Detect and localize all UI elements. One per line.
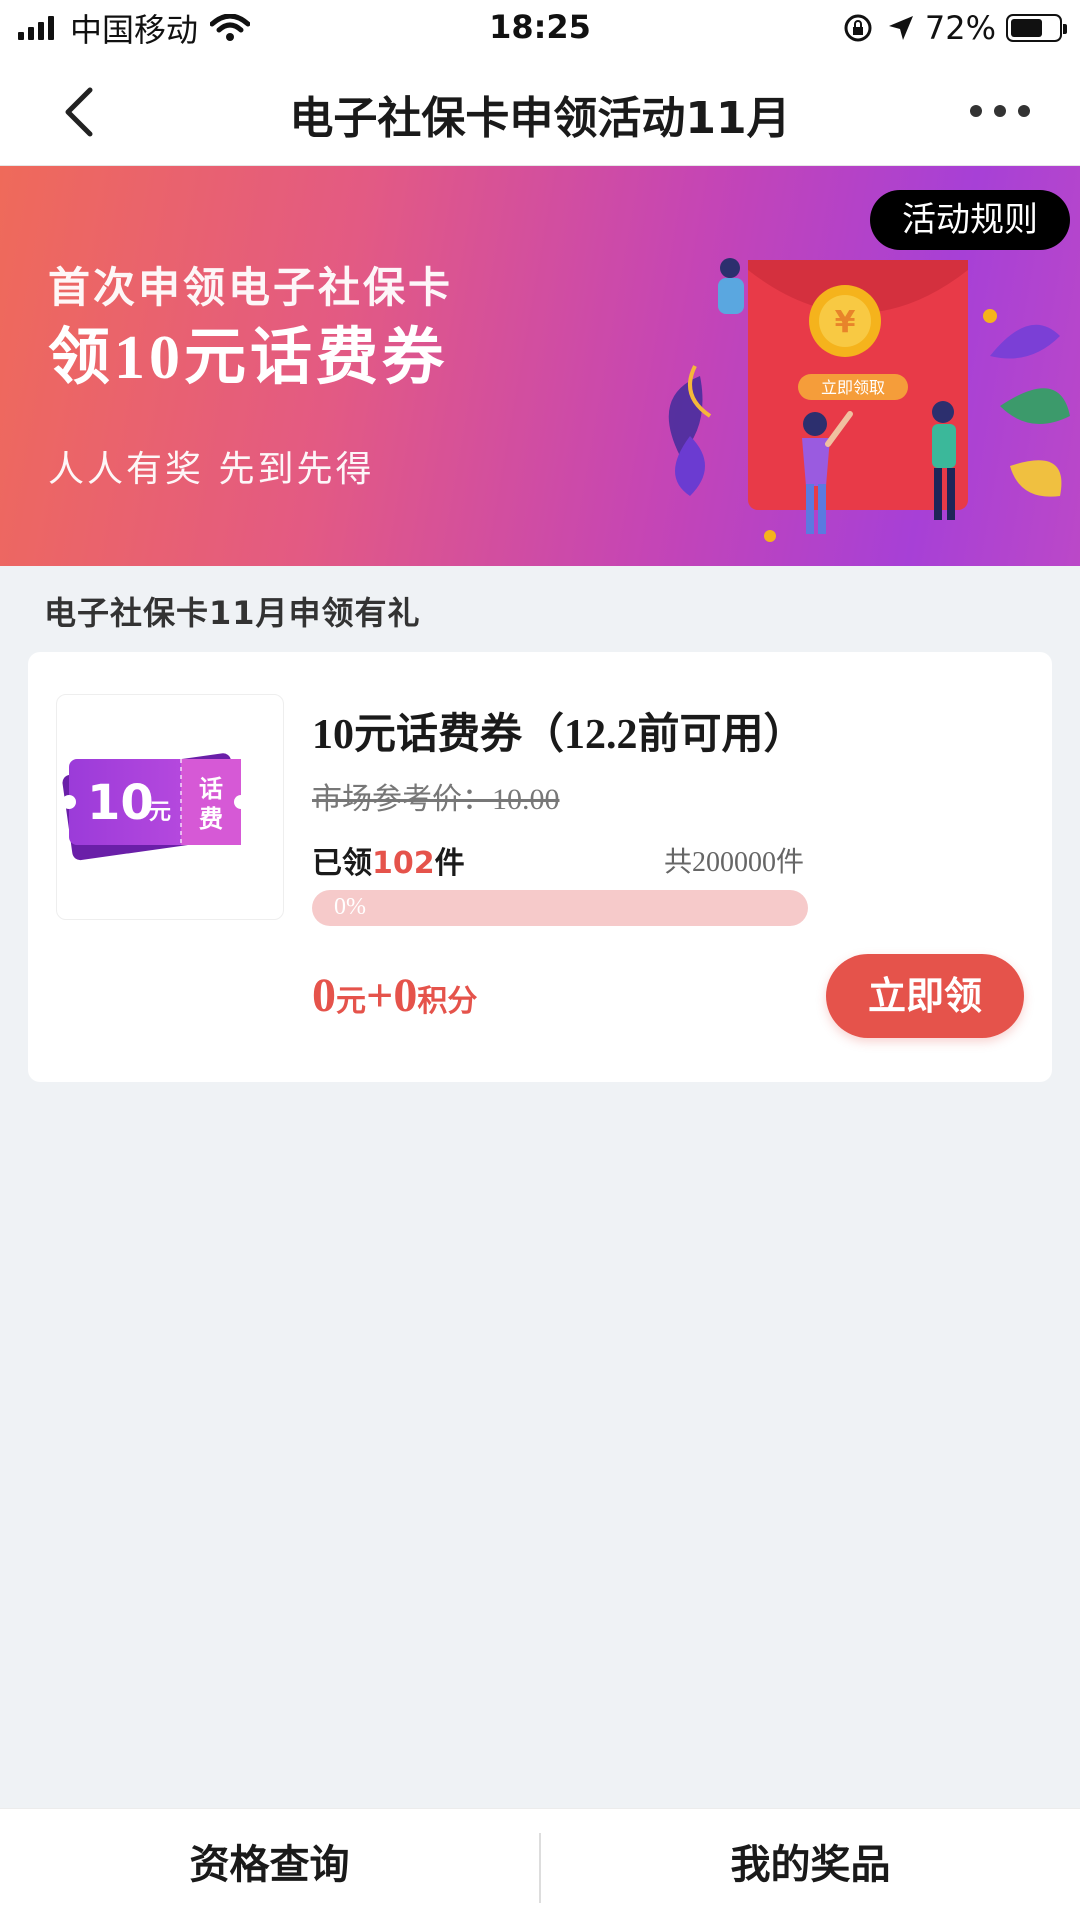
price-points-unit: 积分 [417, 985, 478, 1018]
claimed-prefix: 已领 [312, 846, 372, 881]
battery-fill [1011, 19, 1043, 37]
thumb-amount: 10 [87, 775, 154, 831]
activity-rules-button[interactable]: 活动规则 [870, 190, 1070, 250]
red-envelope-illustration: ¥ 立即领取 [668, 258, 1070, 542]
product-title: 10元话费券（12.2前可用） [312, 712, 806, 758]
product-thumbnail: 10 元 话 费 [56, 694, 284, 920]
battery-icon [1006, 14, 1067, 42]
tab-eligibility-check[interactable]: 资格查询 [0, 1809, 539, 1920]
market-reference-price: 市场参考价：10.00 [312, 783, 560, 816]
total-stock: 共200000件 [664, 847, 805, 878]
redeem-price: 0元+0积分 [312, 968, 477, 1023]
tab-my-prizes[interactable]: 我的奖品 [541, 1809, 1080, 1920]
price-yuan-unit: 元 [336, 985, 366, 1018]
promo-banner[interactable]: 首次申领电子社保卡 领10元话费券 人人有奖 先到先得 活动规则 ¥ 立即领取 [0, 166, 1080, 566]
banner-headline: 领10元话费券 [48, 324, 449, 392]
navigation-bar: 电子社保卡申领活动11月 [0, 56, 1080, 166]
thumb-tag-2: 费 [199, 805, 223, 833]
svg-text:¥: ¥ [835, 305, 856, 340]
section-title: 电子社保卡11月申领有礼 [44, 594, 421, 632]
battery-percent: 72% [924, 9, 996, 47]
thumb-unit: 元 [149, 800, 171, 825]
claimed-number: 102 [372, 846, 435, 881]
status-bar: 中国移动 18:25 72% [0, 0, 1080, 56]
banner-tagline: 人人有奖 先到先得 [48, 449, 375, 490]
location-arrow-icon [888, 16, 913, 40]
phone-credit-voucher-icon: 10 元 话 费 [62, 753, 248, 861]
status-right: 72% [843, 8, 1067, 48]
progress-percent: 0% [334, 894, 366, 920]
price-plus: + [366, 969, 394, 1022]
claim-now-button[interactable]: 立即领 [826, 954, 1024, 1038]
product-card[interactable]: 10 元 话 费 10元话费券（12.2前可用） 市场参考价：10.00 已领1… [28, 652, 1052, 1082]
bottom-tab-bar: 资格查询 我的奖品 [0, 1808, 1080, 1920]
price-yuan: 0 [312, 969, 336, 1022]
thumb-tag-1: 话 [199, 775, 223, 803]
illustration-claim-label: 立即领取 [821, 378, 885, 397]
claim-progress-bar: 0% [312, 890, 808, 926]
rotation-lock-icon [844, 14, 872, 42]
more-options-icon[interactable] [970, 96, 1030, 126]
claimed-count: 已领102件 [312, 838, 465, 882]
page-title: 电子社保卡申领活动11月 [289, 93, 791, 144]
claimed-suffix: 件 [434, 846, 465, 881]
price-points: 0 [393, 969, 418, 1022]
